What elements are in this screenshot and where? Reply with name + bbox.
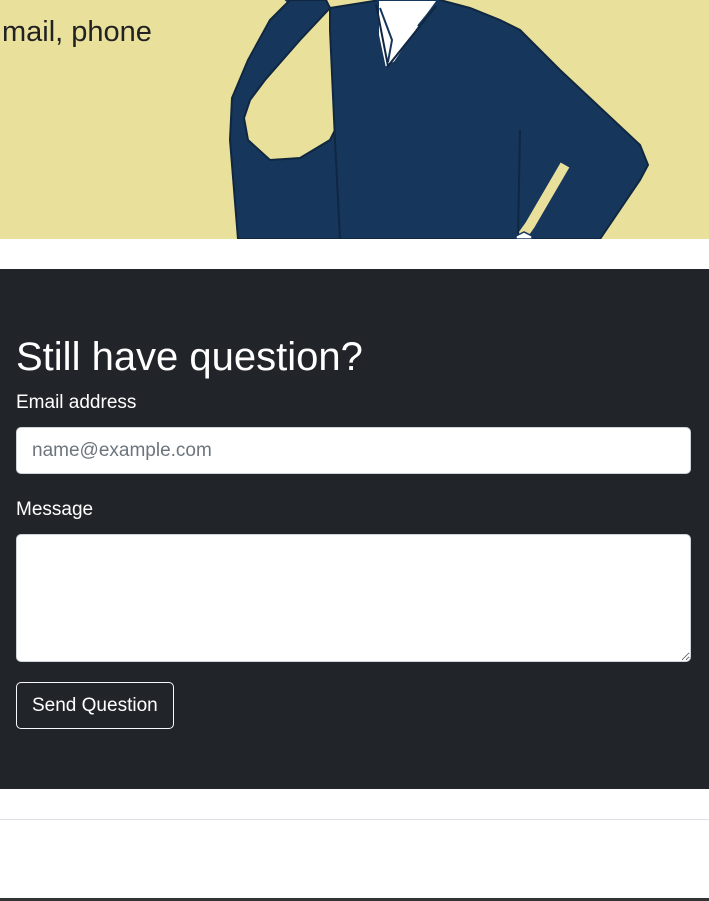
message-label: Message [16, 499, 94, 520]
businessman-illustration-icon [228, 0, 650, 239]
question-form-title: Still have question? [16, 335, 363, 379]
section-divider [0, 819, 709, 820]
email-field[interactable] [16, 427, 691, 474]
message-textarea[interactable] [16, 534, 691, 662]
question-form-section: Still have question? Email address Messa… [0, 269, 709, 789]
hero-banner: mail, phone [0, 0, 709, 239]
send-question-button[interactable]: Send Question [16, 682, 174, 729]
email-label: Email address [16, 392, 137, 413]
